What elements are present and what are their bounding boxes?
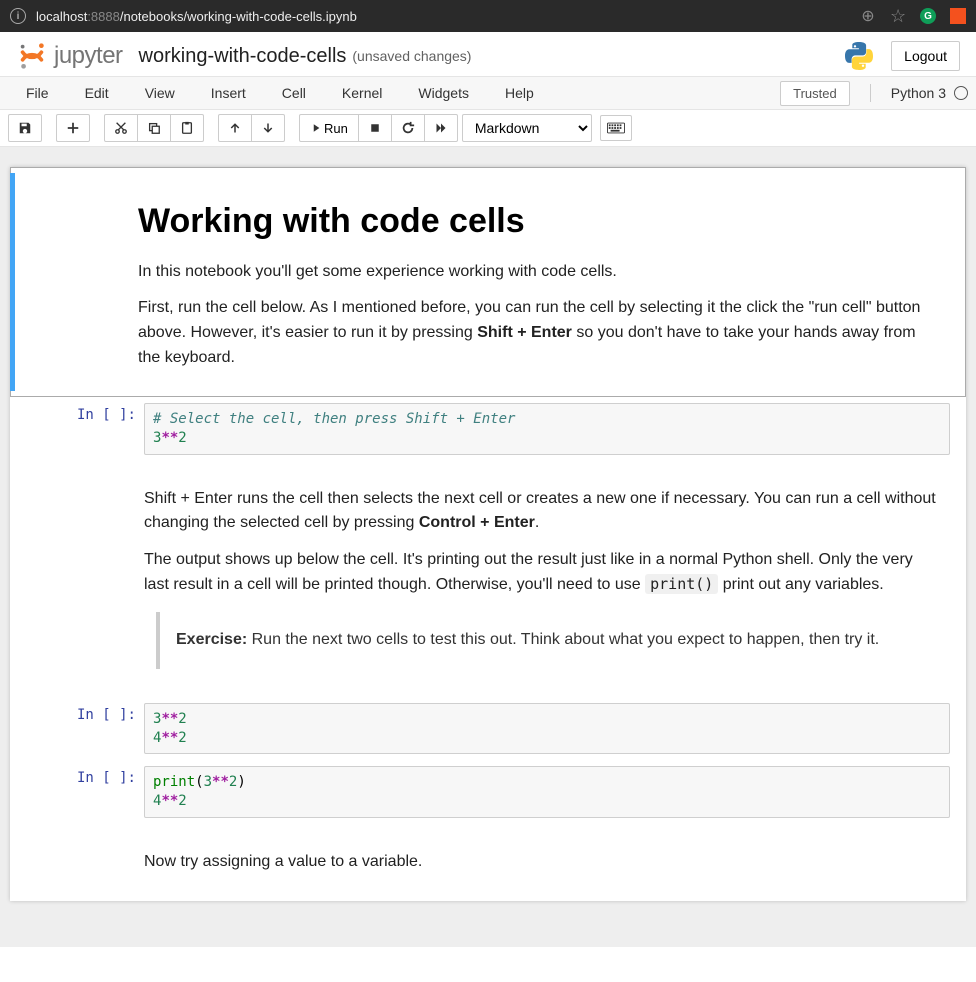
browser-address-bar: i localhost:8888/notebooks/working-with-… (0, 0, 976, 32)
code-cell[interactable]: In [ ]: 3**2 4**2 (10, 697, 966, 761)
save-button[interactable] (8, 114, 42, 142)
move-cell-up-button[interactable] (218, 114, 252, 142)
cut-button[interactable] (104, 114, 138, 142)
move-cell-down-button[interactable] (251, 114, 285, 142)
markdown-cell[interactable]: Now try assigning a value to a variable. (10, 824, 966, 901)
jupyter-header: jupyter working-with-code-cells (unsaved… (0, 32, 976, 76)
paragraph: In this notebook you'll get some experie… (138, 260, 942, 285)
paragraph: First, run the cell below. As I mentione… (138, 296, 942, 370)
exercise-blockquote: Exercise: Run the next two cells to test… (156, 612, 942, 669)
code-cell[interactable]: In [ ]: # Select the cell, then press Sh… (10, 397, 966, 461)
markdown-render: Working with code cells In this notebook… (138, 173, 950, 391)
cell-prompt (16, 830, 144, 838)
cell-type-select[interactable]: Markdown (462, 114, 592, 142)
menu-file[interactable]: File (8, 76, 67, 110)
markdown-render: Now try assigning a value to a variable. (144, 830, 950, 895)
restart-kernel-button[interactable] (391, 114, 425, 142)
markdown-render: Shift + Enter runs the cell then selects… (144, 467, 950, 691)
insert-cell-below-button[interactable] (56, 114, 90, 142)
run-button-label: Run (324, 121, 348, 136)
python-logo-icon (843, 40, 875, 72)
restart-run-all-button[interactable] (424, 114, 458, 142)
save-status: (unsaved changes) (352, 48, 471, 64)
notebook-heading: Working with code cells (138, 195, 942, 248)
url-text[interactable]: localhost:8888/notebooks/working-with-co… (36, 9, 850, 24)
markdown-cell[interactable]: Working with code cells In this notebook… (10, 167, 966, 397)
notebook-name[interactable]: working-with-code-cells (139, 45, 347, 68)
code-cell[interactable]: In [ ]: print(3**2) 4**2 (10, 760, 966, 824)
menu-widgets[interactable]: Widgets (400, 76, 487, 110)
divider (870, 84, 871, 102)
extension-icon[interactable] (950, 8, 966, 24)
menu-insert[interactable]: Insert (193, 76, 264, 110)
code-input[interactable]: 3**2 4**2 (144, 703, 950, 755)
menu-view[interactable]: View (127, 76, 193, 110)
info-icon[interactable]: i (10, 8, 26, 24)
menu-edit[interactable]: Edit (67, 76, 127, 110)
menubar: File Edit View Insert Cell Kernel Widget… (0, 76, 976, 110)
kernel-idle-icon (954, 86, 968, 100)
zoom-icon[interactable]: ⊕ (860, 8, 876, 24)
code-input[interactable]: print(3**2) 4**2 (144, 766, 950, 818)
copy-button[interactable] (137, 114, 171, 142)
paste-button[interactable] (170, 114, 204, 142)
bookmark-star-icon[interactable]: ☆ (890, 8, 906, 24)
paragraph: Now try assigning a value to a variable. (144, 850, 942, 875)
jupyter-logo-icon (16, 41, 48, 71)
run-button[interactable]: Run (299, 114, 359, 142)
command-palette-button[interactable] (600, 115, 632, 141)
cell-prompt: In [ ]: (16, 703, 144, 727)
cell-prompt: In [ ]: (16, 766, 144, 790)
toolbar: Run Markdown (0, 110, 976, 147)
menu-help[interactable]: Help (487, 76, 552, 110)
kernel-name-text: Python 3 (891, 85, 946, 101)
url-host: localhost (36, 9, 87, 24)
interrupt-kernel-button[interactable] (358, 114, 392, 142)
url-port: :8888 (87, 9, 120, 24)
url-path: /notebooks/working-with-code-cells.ipynb (120, 9, 357, 24)
jupyter-logo[interactable]: jupyter (16, 41, 123, 71)
extension-grammarly-icon[interactable]: G (920, 8, 936, 24)
notebook-container: Working with code cells In this notebook… (10, 167, 966, 901)
jupyter-logo-text: jupyter (54, 42, 123, 70)
cell-prompt (16, 173, 138, 181)
inline-code: print() (645, 574, 718, 594)
cell-prompt: In [ ]: (16, 403, 144, 427)
paragraph: Shift + Enter runs the cell then selects… (144, 487, 942, 537)
notebook-shell: Working with code cells In this notebook… (0, 147, 976, 947)
trusted-indicator[interactable]: Trusted (780, 81, 850, 106)
kernel-name[interactable]: Python 3 (891, 85, 968, 101)
paragraph: The output shows up below the cell. It's… (144, 548, 942, 598)
cell-prompt (16, 467, 144, 475)
logout-button[interactable]: Logout (891, 41, 960, 71)
menu-kernel[interactable]: Kernel (324, 76, 400, 110)
code-input[interactable]: # Select the cell, then press Shift + En… (144, 403, 950, 455)
menu-cell[interactable]: Cell (264, 76, 324, 110)
markdown-cell[interactable]: Shift + Enter runs the cell then selects… (10, 461, 966, 697)
